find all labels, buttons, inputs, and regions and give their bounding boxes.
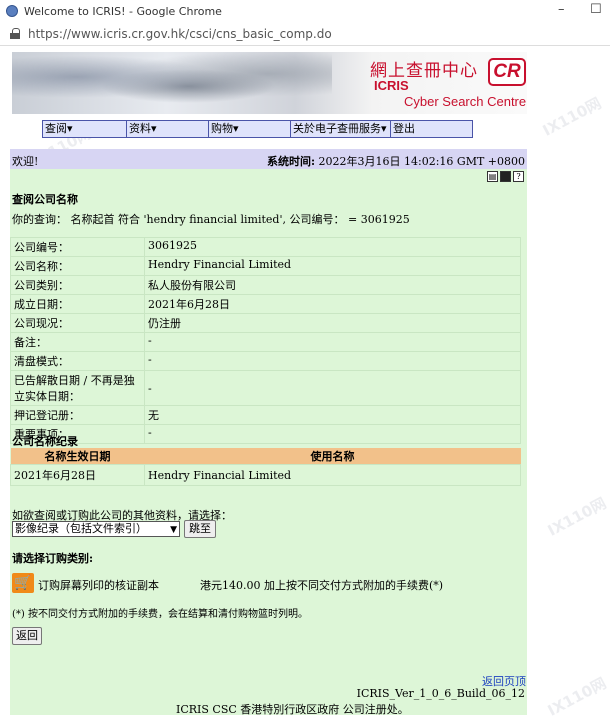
name-history-table: 名称生效日期 使用名称 2021年6月28日 Hendry Financial …: [10, 448, 521, 486]
info-key: 备注：: [10, 332, 145, 352]
info-value: -: [144, 332, 521, 352]
info-key: 公司现况：: [10, 313, 145, 333]
table-row: 公司编号： 3061925: [10, 237, 521, 257]
order-type-title: 请选择订购类别:: [12, 552, 94, 565]
cr-logo-icon: CR: [488, 58, 526, 86]
main-content: 欢迎! 系统时间: 2022年3月16日 14:02:16 GMT +0800 …: [10, 149, 527, 716]
info-value: -: [144, 351, 521, 371]
table-row: 公司类别： 私人股份有限公司: [10, 275, 521, 295]
info-key: 公司名称：: [10, 256, 145, 276]
info-key: 押记登记册：: [10, 405, 145, 425]
system-time-label: 系统时间:: [266, 155, 316, 168]
banner-cyber-search-centre: Cyber Search Centre: [404, 94, 527, 109]
menu-logout[interactable]: 登出: [391, 121, 472, 137]
icris-banner: 網上查冊中心 ICRIS Cyber Search Centre CR: [12, 52, 527, 114]
system-time: 系统时间: 2022年3月16日 14:02:16 GMT +0800: [267, 153, 525, 169]
info-value: 3061925: [144, 237, 521, 257]
table-row: 重要事项： -: [10, 424, 521, 444]
name-history-title: 公司名称纪录: [12, 435, 78, 448]
history-date: 2021年6月28日: [10, 464, 145, 486]
table-row: 备注： -: [10, 332, 521, 352]
info-value: 私人股份有限公司: [144, 275, 521, 295]
table-row: 公司名称： Hendry Financial Limited: [10, 256, 521, 276]
save-icon[interactable]: [500, 171, 511, 182]
site-favicon-icon: [6, 5, 18, 17]
info-key: 公司类别：: [10, 275, 145, 295]
table-row: 公司现况： 仍注册: [10, 313, 521, 333]
print-icon[interactable]: ▤: [487, 171, 498, 182]
go-button[interactable]: 跳至: [184, 520, 216, 538]
banner-icris: ICRIS: [374, 78, 409, 93]
table-row: 成立日期： 2021年6月28日: [10, 294, 521, 314]
welcome-text: 欢迎!: [12, 155, 39, 168]
order-item-label[interactable]: 订购屏幕列印的核证副本: [38, 577, 159, 593]
order-fee: 港元140.00 加上按不同交付方式附加的手续费(*): [200, 579, 444, 592]
fee-note: (*) 按不同交付方式附加的手续费，会在结算和清付购物篮时列明。: [12, 609, 308, 620]
main-menu: 查阅▾ 资料▾ 购物▾ 关於电子查冊服务▾ 登出: [42, 120, 473, 138]
table-row: 清盘模式： -: [10, 351, 521, 371]
shopping-cart-icon[interactable]: 🛒: [12, 573, 34, 593]
table-row: 2021年6月28日 Hendry Financial Limited: [10, 464, 521, 486]
section-title: 查阅公司名称: [12, 193, 78, 206]
menu-information[interactable]: 资料▾: [127, 121, 209, 137]
company-info-table: 公司编号： 3061925 公司名称： Hendry Financial Limite…: [10, 237, 521, 444]
banner-photo-collage: [12, 52, 332, 114]
query-summary: 你的查询： 名称起首 符合 'hendry financial limited'…: [12, 213, 410, 226]
chevron-down-icon: ▼: [170, 525, 177, 535]
status-bar: 欢迎! 系统时间: 2022年3月16日 14:02:16 GMT +0800: [10, 149, 527, 169]
menu-shopping[interactable]: 购物▾: [209, 121, 291, 137]
info-value: -: [144, 370, 521, 406]
window-title: Welcome to ICRIS! - Google Chrome: [24, 4, 222, 18]
page-content: IX110网 IX110网 IX110网 IX110网 IX110网 IX110…: [0, 46, 610, 724]
order-option-row[interactable]: 🛒 订购屏幕列印的核证副本 港元140.00 加上按不同交付方式附加的手续费(*…: [12, 573, 523, 595]
history-header-date: 名称生效日期: [10, 448, 145, 465]
info-value: 无: [144, 405, 521, 425]
back-button[interactable]: 返回: [12, 627, 42, 645]
info-value: 2021年6月28日: [144, 294, 521, 314]
info-value: 仍注册: [144, 313, 521, 333]
system-time-value: 2022年3月16日 14:02:16 GMT +0800: [318, 155, 525, 168]
document-type-select[interactable]: 影像纪录（包括文件索引） ▼: [12, 521, 180, 537]
build-version: ICRIS_Ver_1_0_6_Build_06_12: [356, 687, 525, 700]
info-value: Hendry Financial Limited: [144, 256, 521, 276]
info-key: 成立日期：: [10, 294, 145, 314]
url-text[interactable]: https://www.icris.cr.gov.hk/csci/cns_bas…: [28, 27, 332, 41]
table-row: 押记登记册：无: [10, 405, 521, 425]
info-value: -: [144, 424, 521, 444]
copyright-text: ICRIS CSC 香港特別行政区政府 公司注册处。: [176, 703, 409, 716]
menu-query[interactable]: 查阅▾: [43, 121, 127, 137]
lock-icon: [10, 28, 20, 39]
info-key: 已告解散日期 / 不再是独立实体日期：: [10, 370, 145, 406]
minimize-icon[interactable]: –: [558, 2, 565, 17]
window-titlebar: Welcome to ICRIS! - Google Chrome – ☐: [0, 0, 610, 22]
history-header-name: 使用名称: [144, 448, 521, 465]
menu-about-service[interactable]: 关於电子查冊服务▾: [291, 121, 391, 137]
info-key: 清盘模式：: [10, 351, 145, 371]
page-tools: ▤ ?: [487, 171, 524, 182]
select-value: 影像纪录（包括文件索引）: [15, 522, 147, 535]
address-bar[interactable]: https://www.icris.cr.gov.hk/csci/cns_bas…: [0, 22, 610, 46]
history-name: Hendry Financial Limited: [144, 464, 521, 486]
maximize-icon[interactable]: ☐: [590, 2, 602, 17]
table-row: 已告解散日期 / 不再是独立实体日期： -: [10, 370, 521, 406]
info-key: 公司编号：: [10, 237, 145, 257]
help-icon[interactable]: ?: [513, 171, 524, 182]
